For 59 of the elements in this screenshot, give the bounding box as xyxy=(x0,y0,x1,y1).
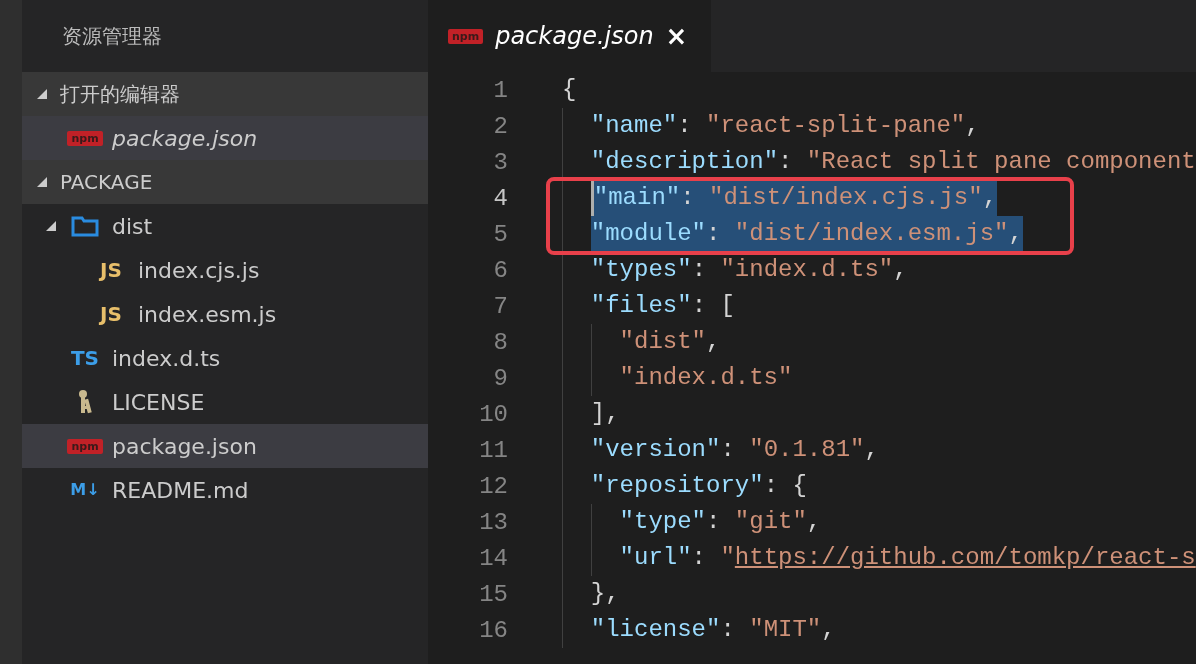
js-icon: JS xyxy=(100,304,122,324)
code-line: "types": "index.d.ts", xyxy=(590,255,908,285)
line-number: 12 xyxy=(478,472,508,500)
file-tree-item[interactable]: JS index.esm.js xyxy=(22,292,428,336)
section-title: PACKAGE xyxy=(60,170,153,194)
file-tree-item[interactable]: TS index.d.ts xyxy=(22,336,428,380)
line-number: 16 xyxy=(478,616,508,644)
file-tree-item[interactable]: npm package.json xyxy=(22,116,428,160)
npm-icon: npm xyxy=(67,130,103,146)
section-header[interactable]: PACKAGE xyxy=(22,160,428,204)
file-tree-item[interactable]: dist xyxy=(22,204,428,248)
line-number: 9 xyxy=(492,364,508,392)
npm-icon: npm xyxy=(448,28,484,44)
file-tree-item[interactable]: JS index.cjs.js xyxy=(22,248,428,292)
file-tree-item[interactable]: npm package.json xyxy=(22,424,428,468)
expand-arrow-icon[interactable] xyxy=(45,220,57,232)
line-number: 14 xyxy=(478,544,508,572)
code-line: "dist", xyxy=(619,327,721,357)
line-number: 3 xyxy=(492,148,508,176)
line-number: 10 xyxy=(478,400,508,428)
code-line: }, xyxy=(590,579,620,609)
code-line: "license": "MIT", xyxy=(590,615,836,645)
line-number: 2 xyxy=(492,112,508,140)
js-icon: JS xyxy=(100,260,122,280)
markdown-icon: M↓ xyxy=(70,482,100,498)
line-number: 15 xyxy=(478,580,508,608)
code-line: ], xyxy=(590,399,620,429)
section-title: 打开的编辑器 xyxy=(60,80,180,108)
folder-icon xyxy=(71,215,99,237)
code-line: { xyxy=(562,75,577,105)
file-tree-item[interactable]: M↓ README.md xyxy=(22,468,428,512)
line-number: 5 xyxy=(492,220,508,248)
line-number: 13 xyxy=(478,508,508,536)
code-line: "name": "react-split-pane", xyxy=(590,111,980,141)
collapse-arrow-icon[interactable] xyxy=(36,176,48,188)
code-line: "repository": { xyxy=(590,471,807,501)
code-line: "url": "https://github.com/tomkp/react-s xyxy=(619,543,1196,573)
code-line: "type": "git", xyxy=(619,507,822,537)
close-icon[interactable]: × xyxy=(665,21,688,51)
url-link[interactable]: https://github.com/tomkp/react-s xyxy=(734,544,1196,571)
code-line: "files": [ xyxy=(590,291,735,321)
npm-icon: npm xyxy=(67,438,103,454)
line-number: 1 xyxy=(492,76,508,104)
file-tree-item[interactable]: LICENSE xyxy=(22,380,428,424)
line-number: 8 xyxy=(492,328,508,356)
line-number: 4 xyxy=(492,184,508,212)
code-line: "description": "React split pane component xyxy=(590,147,1196,177)
line-number: 11 xyxy=(478,436,508,464)
tab-label: package.json xyxy=(495,22,654,50)
sidebar-title: 资源管理器 xyxy=(61,22,163,50)
code-line: "index.d.ts" xyxy=(619,363,793,393)
ts-icon: TS xyxy=(70,348,99,368)
keys-icon xyxy=(76,389,94,415)
section-header[interactable]: 打开的编辑器 xyxy=(22,72,428,116)
collapse-arrow-icon[interactable] xyxy=(36,88,48,100)
code-line: "version": "0.1.81", xyxy=(590,435,879,465)
line-number: 6 xyxy=(492,256,508,284)
editor-tab[interactable]: npm package.json × xyxy=(428,0,712,72)
line-number: 7 xyxy=(492,292,508,320)
